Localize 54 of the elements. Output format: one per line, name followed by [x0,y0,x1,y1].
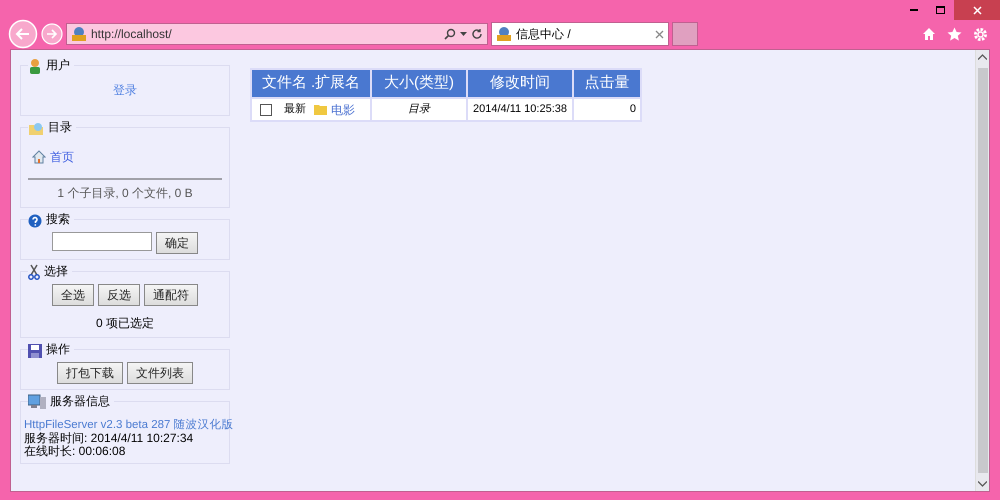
tab-title: 信息中心 / [516,26,572,43]
site-icon [71,26,87,42]
table-cell: 目录 [372,99,466,120]
refresh-icon[interactable] [471,28,483,40]
star-icon[interactable] [947,26,962,42]
back-icon[interactable] [8,19,38,49]
panel-button[interactable]: 确定 [156,232,198,254]
column-header[interactable]: 点击量 [574,70,640,97]
search-icon[interactable] [444,28,456,40]
panel-title: 搜索 [46,211,70,228]
panel-button[interactable]: 反选 [98,284,140,306]
home-link[interactable]: 首页 [50,148,74,166]
site-icon [496,26,512,42]
panel-button[interactable]: 文件列表 [127,362,193,384]
search-field[interactable] [52,232,152,251]
settings-icon[interactable] [973,26,988,42]
home-icon[interactable] [922,27,936,41]
panel-title: 目录 [48,119,72,136]
url-text: http://localhost/ [91,26,173,43]
table-cell: 2014/4/11 10:25:38 [468,99,572,120]
caret-icon[interactable] [460,32,467,36]
panel-button[interactable]: 打包下载 [57,362,123,384]
folder-icon [28,122,44,136]
browser-tab[interactable]: 信息中心 / [491,22,669,46]
folder-summary: 1 个子目录, 0 个文件, 0 B [56,185,194,202]
user-icon [28,58,42,74]
selection-count: 0 项已选定 [94,315,155,332]
column-header[interactable]: 修改时间 [468,70,572,97]
close-icon[interactable] [655,30,664,38]
table-cell: 0 [574,99,640,120]
panel-title: 操作 [46,341,70,358]
close-icon[interactable] [954,0,1000,20]
panel-button[interactable]: 通配符 [144,284,198,306]
column-header[interactable]: 文件名 .扩展名 [252,70,370,97]
new-label: 最新 [284,102,306,118]
address-bar[interactable]: http://localhost/ [66,23,488,45]
scissors-icon [28,264,40,280]
panel-title: 用户 [46,57,70,74]
folder-icon [314,104,327,115]
save-icon [28,344,42,358]
server-info-line: 服务器时间: 2014/4/11 10:27:34 [24,432,194,445]
folder-link[interactable]: 电影 [331,100,355,118]
server-info-line: 在线时长: 00:06:08 [24,445,126,458]
panel-title: 服务器信息 [50,393,110,410]
row-checkbox[interactable] [260,104,272,116]
server-link[interactable]: HttpFileServer v2.3 beta 287 随波汉化版 [24,419,234,432]
scrollbar[interactable] [975,50,989,491]
column-header[interactable]: 大小(类型) [372,70,466,97]
forward-icon[interactable] [41,23,63,45]
home-icon [32,150,46,164]
help-icon [28,214,42,228]
panel-title: 选择 [44,263,68,280]
panel-button[interactable]: 全选 [52,284,94,306]
computer-icon [28,394,46,410]
